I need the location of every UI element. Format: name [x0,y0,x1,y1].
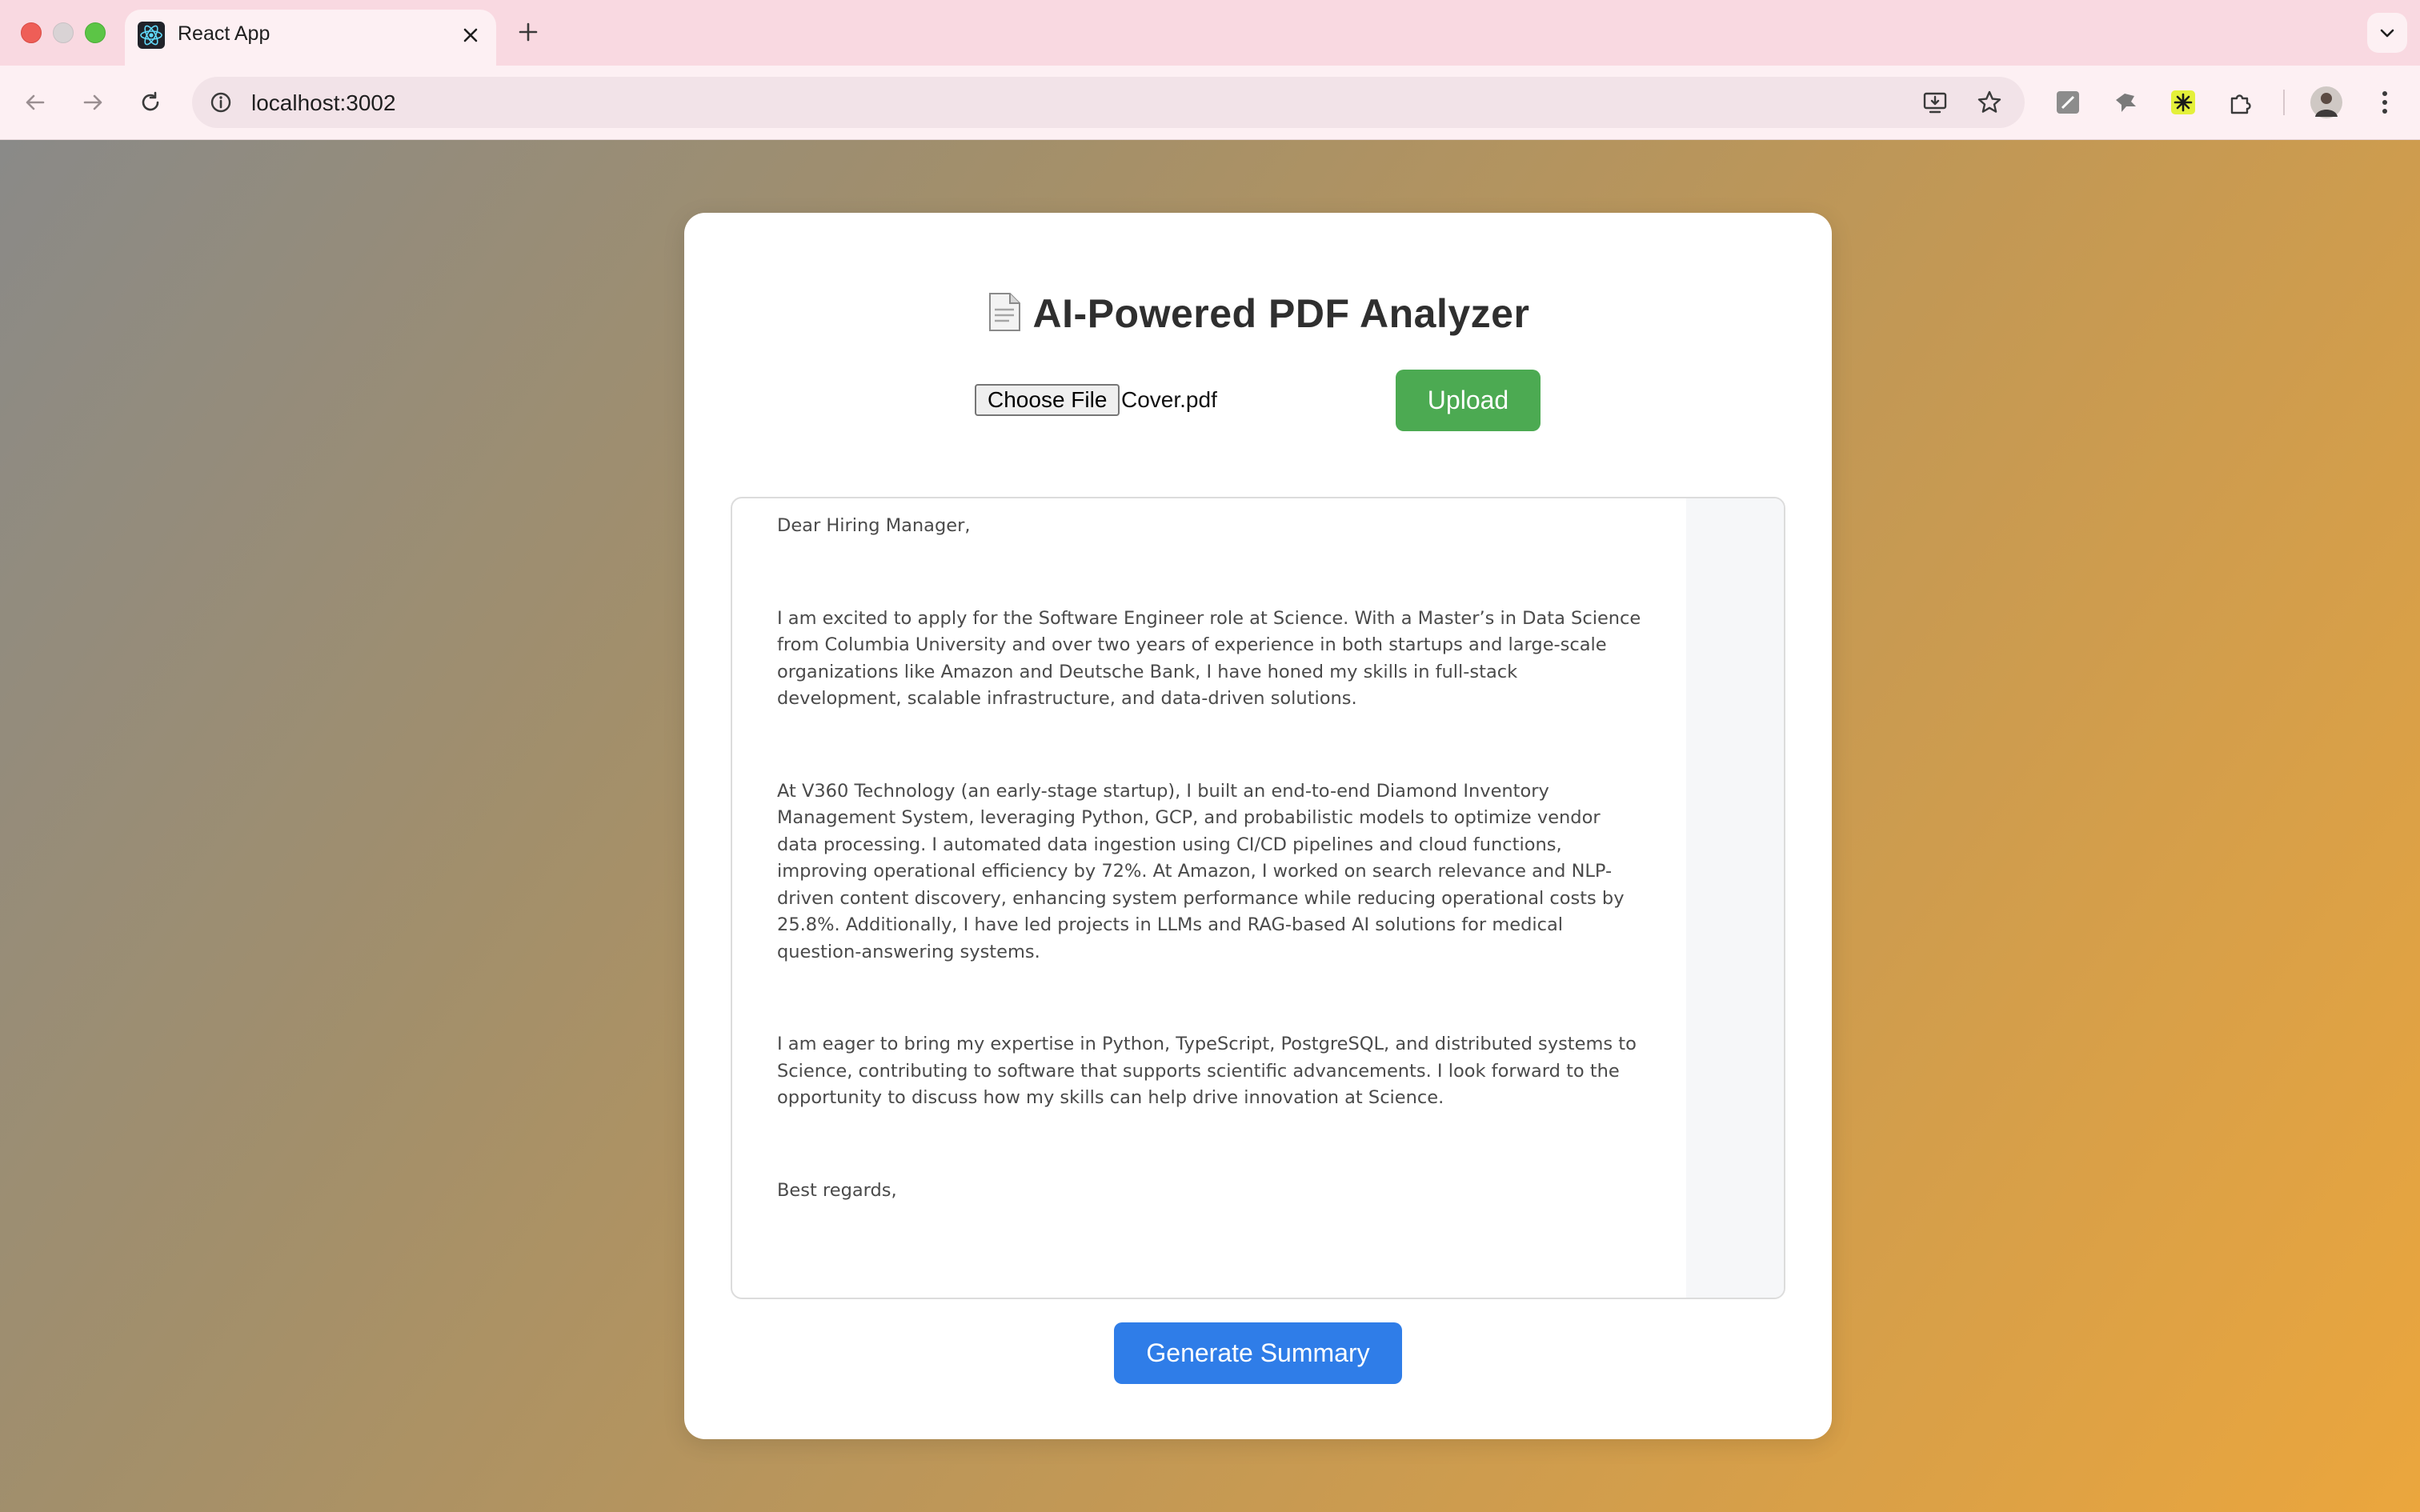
tab-strip: React App [0,0,2420,66]
install-app-icon[interactable] [1919,86,1951,118]
selected-file-name: Cover.pdf [1121,387,1217,412]
browser-toolbar: localhost:3002 [0,66,2420,140]
upload-button[interactable]: Upload [1396,370,1541,431]
document-icon [987,292,1022,336]
back-arrow-icon[interactable] [16,83,54,122]
text-paragraph: I am excited to apply for the Software E… [777,607,1641,710]
new-tab-icon[interactable] [512,16,544,48]
maximize-window-button[interactable] [85,22,106,43]
address-bar[interactable]: localhost:3002 [192,77,2025,128]
pdf-text-content: Dear Hiring Manager, I am excited to app… [777,513,1641,1270]
choose-file-button[interactable]: Choose File [975,384,1120,416]
close-tab-icon[interactable] [456,21,485,50]
extension-asterisk-icon[interactable] [2164,83,2202,122]
site-info-icon[interactable] [206,88,235,117]
text-paragraph: I am eager to bring my expertise in Pyth… [777,1034,1637,1108]
react-icon [138,22,165,49]
text-paragraph: At V360 Technology (an early-stage start… [777,780,1625,962]
more-menu-icon[interactable] [2366,83,2404,122]
generate-summary-button[interactable]: Generate Summary [1114,1322,1402,1384]
pdf-text-panel[interactable]: Dear Hiring Manager, I am excited to app… [731,497,1785,1299]
forward-arrow-icon[interactable] [74,83,112,122]
page-title: AI-Powered PDF Analyzer [1032,291,1530,336]
profile-avatar[interactable] [2307,83,2346,122]
extensions-puzzle-icon[interactable] [2222,83,2260,122]
tab-title: React App [178,22,270,45]
extension-bird-icon[interactable] [2106,83,2145,122]
url-text: localhost:3002 [251,90,396,115]
reload-icon[interactable] [131,83,170,122]
close-window-button[interactable] [21,22,42,43]
text-paragraph: Dear Hiring Manager, [777,515,971,536]
toolbar-divider [2283,90,2285,115]
extension-sheets-icon[interactable] [2049,83,2087,122]
text-paragraph: Best regards, [777,1179,897,1201]
title-row: AI-Powered PDF Analyzer [684,283,1832,344]
page-background: AI-Powered PDF Analyzer Choose File Cove… [0,140,2420,1512]
minimize-window-button[interactable] [53,22,74,43]
bookmark-star-icon[interactable] [1973,86,2005,118]
tab-search-chevron-down-icon[interactable] [2367,13,2407,53]
scrollbar-track[interactable] [1686,498,1784,1298]
browser-tab[interactable]: React App [125,10,496,66]
analyzer-card: AI-Powered PDF Analyzer Choose File Cove… [684,213,1832,1439]
